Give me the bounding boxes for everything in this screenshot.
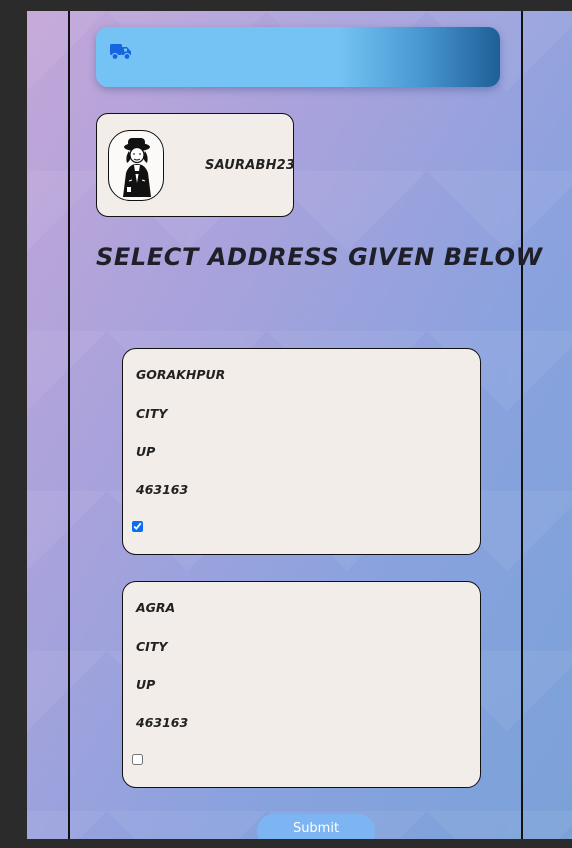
page-title: SELECT ADDRESS GIVEN BELOW [96,243,543,271]
profile-card: SAURABH23 [96,113,296,217]
address-card[interactable]: GORAKHPUR CITY UP 463163 [122,348,481,555]
address-card[interactable]: AGRA CITY UP 463163 [122,581,481,788]
truck-icon[interactable] [110,43,132,61]
address-pincode: 463163 [136,715,189,730]
submit-button[interactable]: Submit [257,814,375,839]
address-select-checkbox[interactable] [132,521,143,532]
address-pincode: 463163 [136,482,189,497]
address-state: UP [136,444,156,459]
username: SAURABH23 [205,158,296,173]
address-line2: CITY [136,639,168,654]
top-navbar [96,27,500,87]
address-line2: CITY [136,406,168,421]
address-line1: GORAKHPUR [136,367,226,382]
address-state: UP [136,677,156,692]
avatar [108,130,164,201]
address-select-checkbox[interactable] [132,754,143,765]
page-container: SAURABH23 SELECT ADDRESS GIVEN BELOW GOR… [68,11,542,839]
address-line1: AGRA [136,600,176,615]
app-viewport: SAURABH23 SELECT ADDRESS GIVEN BELOW GOR… [27,11,572,839]
